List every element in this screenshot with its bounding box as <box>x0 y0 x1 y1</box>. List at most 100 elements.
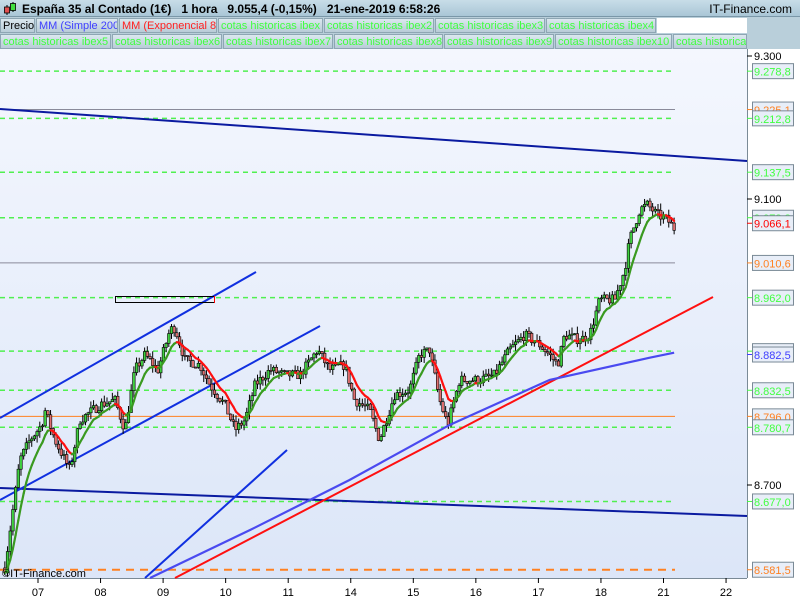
candle-body <box>164 343 168 348</box>
candle-body <box>446 416 450 426</box>
candle-body <box>401 394 405 397</box>
candle-body <box>202 370 206 376</box>
candle-body <box>59 448 63 456</box>
candle-body <box>78 423 82 429</box>
candle-body <box>640 206 644 216</box>
candle-body <box>30 438 34 442</box>
candle-body <box>513 341 518 346</box>
candle-body <box>226 400 230 415</box>
candle-body <box>24 442 28 450</box>
legend-tab[interactable]: cotas historicas ibex7 <box>223 34 333 49</box>
legend-empty <box>657 18 747 33</box>
legend-row-2: cotas historicas ibex5 cotas historicas i… <box>0 33 800 49</box>
candle-body <box>465 381 469 384</box>
candle-body <box>562 336 566 347</box>
candle-body <box>134 362 139 373</box>
legend-tab[interactable]: MM (Simple 200) <box>36 18 118 33</box>
candle-body <box>452 400 456 409</box>
x-tick-label: 18 <box>595 587 607 599</box>
datetime: 21-ene-2019 6:58:26 <box>326 2 441 16</box>
candle-body <box>309 357 313 361</box>
candle-body <box>137 362 141 367</box>
candle-body <box>223 399 227 402</box>
legend-tab[interactable]: cotas historicas ibex5 <box>0 34 111 49</box>
candle-body <box>100 401 104 411</box>
price-chart[interactable]: 9.3009.1008.7009.278,89.225,19.212,89.13… <box>0 49 800 600</box>
candle-body <box>215 394 219 399</box>
candle-body <box>183 355 187 357</box>
candle-body <box>328 363 332 370</box>
candle-body <box>237 422 241 430</box>
legend-tab[interactable]: cotas historicas <box>673 34 747 49</box>
level-tag-label: 8.780,7 <box>754 423 791 435</box>
legend-tab[interactable]: cotas historicas ibex9 <box>444 34 554 49</box>
x-tick-label: 11 <box>282 587 293 599</box>
candle-body <box>548 352 553 355</box>
candle-body <box>46 410 50 416</box>
candle-body <box>293 370 297 372</box>
level-tag-label: 8.962,0 <box>754 293 791 305</box>
candle-body <box>653 208 657 212</box>
candle-body <box>218 397 222 402</box>
x-tick-label: 07 <box>32 587 44 599</box>
legend-tab[interactable]: cotas historicas ibex6 <box>112 34 222 49</box>
candle-body <box>556 360 561 367</box>
x-axis-background <box>0 578 747 600</box>
y-tick-label: 9.100 <box>754 194 782 206</box>
candle-body <box>81 421 85 425</box>
candle-body <box>457 385 461 392</box>
candle-body <box>565 336 569 340</box>
candle-body <box>406 392 410 395</box>
candle-body <box>212 389 217 395</box>
candle-body <box>242 420 246 426</box>
candle-body <box>102 401 106 407</box>
candle-body <box>94 405 98 413</box>
candle-body <box>645 200 649 205</box>
candle-body <box>634 223 639 229</box>
candle-body <box>495 369 499 374</box>
candle-body <box>591 324 596 329</box>
legend-tab[interactable]: cotas historicas ibex2 <box>324 18 434 33</box>
candle-body <box>234 421 238 430</box>
x-tick-label: 15 <box>407 587 419 599</box>
level-tag-label: 9.212,8 <box>754 114 791 126</box>
candle-body <box>441 401 445 412</box>
candle-body <box>489 374 493 377</box>
legend-tab[interactable]: cotas historicas ibex8 <box>334 34 443 49</box>
candle-body <box>315 353 319 356</box>
candle-body <box>239 422 243 426</box>
candle-body <box>108 401 112 405</box>
legend-tab[interactable]: cotas historicas ibex10 <box>555 34 672 49</box>
candle-body <box>444 411 448 417</box>
candle-body <box>97 410 101 413</box>
candle-body <box>613 294 617 300</box>
level-tag-label: 9.066,1 <box>754 219 791 231</box>
legend-tab[interactable]: MM (Exponencial 8) <box>119 18 217 33</box>
candle-body <box>250 395 254 401</box>
timeframe: 1 hora <box>181 2 218 16</box>
candle-body <box>470 380 475 383</box>
candle-body <box>527 330 531 334</box>
candle-body <box>48 414 53 429</box>
instrument-name: España 35 al Contado (1€) <box>22 2 172 16</box>
candle-body <box>121 418 125 430</box>
candle-body <box>374 418 378 429</box>
candle-body <box>355 399 359 407</box>
candle-body <box>395 392 399 401</box>
candle-body <box>255 380 260 385</box>
level-tag-label: 9.137,5 <box>754 168 791 180</box>
legend-tab[interactable]: Precio <box>0 18 35 33</box>
candle-body <box>331 364 335 370</box>
candle-body <box>285 370 289 372</box>
level-tag-label: 9.278,8 <box>754 67 791 79</box>
legend-tab[interactable]: cotas historicas ibex4 <box>546 18 656 33</box>
candle-body <box>403 392 407 396</box>
candle-body <box>188 355 192 361</box>
candle-body <box>83 414 88 423</box>
legend-tab[interactable]: cotas historicas ibex3 <box>435 18 545 33</box>
title-bar: España 35 al Contado (1€) 1 hora 9.055,4… <box>0 0 800 17</box>
legend-tab[interactable]: cotas historicas ibex <box>218 18 323 33</box>
candle-body <box>143 351 147 361</box>
candle-body <box>22 448 26 457</box>
candle-body <box>91 405 96 409</box>
